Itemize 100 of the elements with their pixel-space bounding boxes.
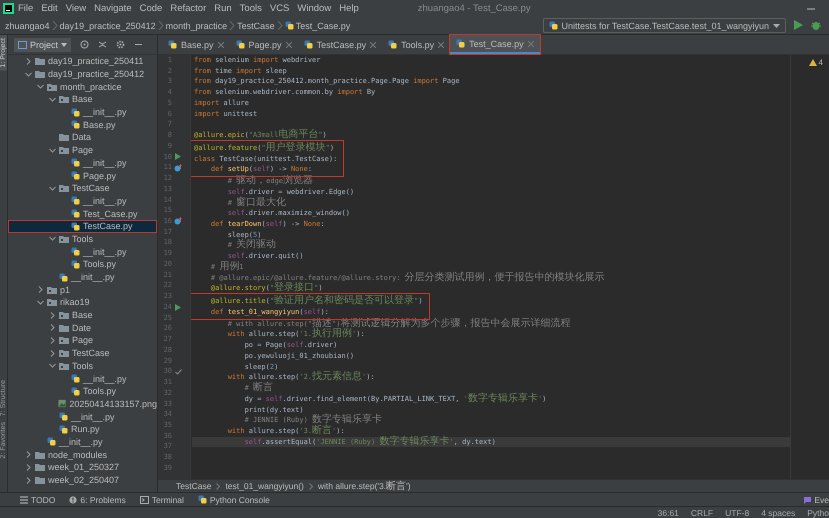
run-icon[interactable] — [175, 304, 181, 311]
menu-item[interactable]: Edit — [37, 3, 62, 14]
breadcrumb[interactable]: zhuangao4 — [3, 20, 52, 30]
menu-item[interactable]: Help — [335, 3, 363, 14]
image-file-icon — [58, 399, 66, 408]
tree-item[interactable]: node_modules — [8, 448, 157, 461]
close-icon[interactable] — [218, 42, 224, 48]
editor-tab[interactable]: Base.py — [162, 35, 230, 54]
tree-item[interactable]: Page — [8, 334, 157, 347]
status-item[interactable]: Pytho — [807, 508, 829, 518]
tree-item[interactable]: __init__.py — [8, 410, 157, 423]
tree-item[interactable]: Tools — [8, 360, 157, 372]
breadcrumb[interactable]: day19_practice_250412 — [58, 20, 158, 30]
project-icon — [18, 40, 27, 48]
override-icon[interactable] — [174, 164, 182, 172]
caret-icon — [61, 42, 68, 46]
status-item[interactable]: UTF-8 — [725, 508, 750, 518]
close-icon[interactable] — [438, 42, 444, 48]
run-configuration-dropdown[interactable]: Unittests for TestCase.TestCase.test_01_wangyiyun — [542, 18, 786, 33]
event-log-icon — [803, 496, 812, 504]
menu-item[interactable]: File — [14, 3, 38, 14]
breadcrumb[interactable]: TestCase — [176, 481, 212, 491]
status-item[interactable]: CRLF — [690, 508, 714, 518]
python-file-icon — [304, 40, 313, 49]
bug-icon[interactable] — [811, 20, 821, 30]
tree-item[interactable]: __init__.py — [8, 106, 157, 118]
package-folder-icon — [59, 146, 69, 154]
tree-item[interactable]: Base — [8, 308, 157, 322]
menu-item[interactable]: VCS — [266, 3, 294, 14]
close-icon[interactable] — [286, 42, 292, 48]
tree-item[interactable]: __init__.py — [8, 194, 157, 208]
tree-item[interactable]: __init__.py — [8, 156, 157, 170]
chevron-icon — [216, 482, 220, 490]
breadcrumb[interactable]: test_01_wangyiyun() — [225, 481, 304, 491]
tree-item[interactable]: day19_practice_250411 — [8, 55, 157, 68]
tree-item[interactable]: Page — [8, 144, 157, 156]
editor-tab[interactable]: Page.py — [230, 35, 298, 54]
chevron-icon — [229, 21, 236, 30]
app-logo-icon — [3, 3, 14, 14]
package-folder-icon — [59, 362, 69, 370]
menu-item[interactable]: Tools — [236, 3, 266, 14]
menu-item[interactable]: Run — [210, 3, 236, 14]
tool-window-button[interactable]: Terminal — [140, 494, 184, 504]
tree-item[interactable]: rikao19 — [8, 296, 157, 309]
menu-item[interactable]: Refactor — [166, 3, 210, 14]
status-item[interactable]: 36:61 — [658, 508, 679, 518]
tree-item[interactable]: __init__.py — [8, 270, 157, 284]
tree-item[interactable]: TestCase.py — [8, 220, 157, 233]
tree-item[interactable]: Data — [8, 131, 157, 144]
tree-item[interactable]: Page.py — [8, 169, 157, 182]
event-log-button[interactable]: Eve — [803, 494, 829, 504]
chevron-icon — [276, 21, 283, 30]
run-icon[interactable] — [794, 20, 803, 30]
package-folder-icon — [59, 311, 69, 320]
tree-item[interactable]: month_practice — [8, 80, 157, 94]
breadcrumb[interactable]: month_practice — [164, 20, 230, 30]
tree-item[interactable]: day19_practice_250412 — [8, 68, 157, 80]
tree-item[interactable]: Tools.py — [8, 258, 157, 271]
tree-item[interactable]: 20250414133157.png — [8, 398, 157, 410]
menu-item[interactable]: Navigate — [90, 3, 136, 14]
run-icon[interactable] — [175, 153, 181, 160]
tree-item[interactable]: Base — [8, 93, 157, 106]
tree-item[interactable]: week_01_250327 — [8, 461, 157, 474]
tree-item[interactable]: __init__.py — [8, 436, 157, 448]
tree-item[interactable]: Tools.py — [8, 384, 157, 398]
menu-item[interactable]: Window — [293, 3, 336, 14]
override-icon[interactable] — [174, 217, 182, 226]
warning-icon — [808, 59, 817, 66]
tree-item[interactable]: TestCase — [8, 182, 157, 195]
menu-item[interactable]: Code — [136, 3, 166, 14]
editor-tab[interactable]: TestCase.py — [298, 35, 382, 54]
tree-item[interactable]: Base.py — [8, 118, 157, 132]
tree-item[interactable]: Test_Case.py — [8, 207, 157, 220]
tree-item[interactable]: __init__.py — [8, 245, 157, 258]
python-file-icon — [456, 39, 466, 48]
tool-window-button[interactable]: 6: Problems — [69, 494, 126, 504]
tree-item[interactable]: Run.py — [8, 422, 157, 436]
check-icon — [174, 368, 182, 375]
status-item[interactable]: 4 spaces — [761, 508, 796, 518]
package-folder-icon — [59, 336, 69, 344]
tree-item[interactable]: TestCase — [8, 346, 157, 360]
menu-item[interactable]: View — [62, 3, 90, 14]
project-view-selector[interactable]: Project — [14, 38, 72, 52]
warning-count[interactable]: 4 — [808, 58, 823, 67]
breadcrumb[interactable]: TestCase — [235, 20, 277, 30]
tree-item[interactable]: p1 — [8, 283, 157, 296]
tree-item[interactable]: Tools — [8, 232, 157, 246]
breadcrumb[interactable]: Test_Case.py — [282, 20, 352, 30]
tree-item[interactable]: week_02_250407 — [8, 474, 157, 486]
editor-tab[interactable]: Test_Case.py — [450, 35, 540, 54]
list-icon — [20, 496, 28, 504]
locate-icon[interactable] — [80, 40, 90, 49]
settings-icon[interactable] — [116, 40, 126, 49]
tool-window-button[interactable]: TODO — [20, 494, 56, 504]
tree-item[interactable]: __init__.py — [8, 372, 157, 385]
tree-item[interactable]: Date — [8, 321, 157, 334]
tool-window-button[interactable]: Python Console — [198, 494, 270, 504]
breadcrumb[interactable]: with allure.step('3.断言') — [318, 479, 411, 493]
folder-icon — [59, 324, 69, 332]
close-icon[interactable] — [370, 42, 376, 48]
